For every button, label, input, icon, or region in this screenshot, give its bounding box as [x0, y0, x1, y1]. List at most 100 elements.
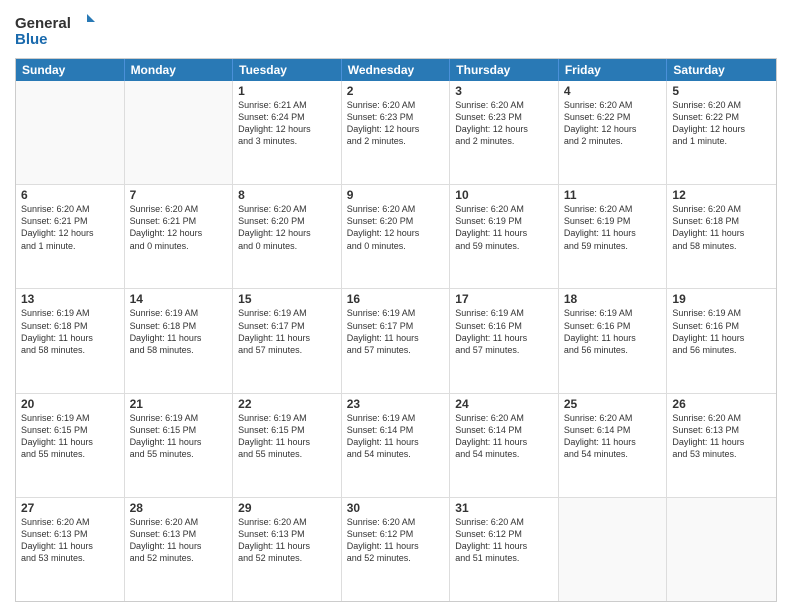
day-number: 20 [21, 397, 119, 411]
cell-details: Sunrise: 6:20 AM Sunset: 6:19 PM Dayligh… [455, 203, 553, 252]
calendar-cell: 29Sunrise: 6:20 AM Sunset: 6:13 PM Dayli… [233, 498, 342, 601]
calendar-row-4: 27Sunrise: 6:20 AM Sunset: 6:13 PM Dayli… [16, 498, 776, 601]
calendar-cell: 4Sunrise: 6:20 AM Sunset: 6:22 PM Daylig… [559, 81, 668, 184]
day-number: 9 [347, 188, 445, 202]
cell-details: Sunrise: 6:19 AM Sunset: 6:14 PM Dayligh… [347, 412, 445, 461]
day-number: 23 [347, 397, 445, 411]
calendar-cell: 18Sunrise: 6:19 AM Sunset: 6:16 PM Dayli… [559, 289, 668, 392]
day-number: 3 [455, 84, 553, 98]
calendar-cell: 16Sunrise: 6:19 AM Sunset: 6:17 PM Dayli… [342, 289, 451, 392]
calendar-cell: 30Sunrise: 6:20 AM Sunset: 6:12 PM Dayli… [342, 498, 451, 601]
svg-text:General: General [15, 15, 71, 32]
day-number: 4 [564, 84, 662, 98]
day-number: 26 [672, 397, 771, 411]
calendar-cell: 13Sunrise: 6:19 AM Sunset: 6:18 PM Dayli… [16, 289, 125, 392]
day-number: 1 [238, 84, 336, 98]
header-day-thursday: Thursday [450, 59, 559, 81]
calendar-cell: 22Sunrise: 6:19 AM Sunset: 6:15 PM Dayli… [233, 394, 342, 497]
calendar-row-0: 1Sunrise: 6:21 AM Sunset: 6:24 PM Daylig… [16, 81, 776, 185]
cell-details: Sunrise: 6:19 AM Sunset: 6:18 PM Dayligh… [130, 307, 228, 356]
day-number: 7 [130, 188, 228, 202]
day-number: 28 [130, 501, 228, 515]
cell-details: Sunrise: 6:20 AM Sunset: 6:14 PM Dayligh… [455, 412, 553, 461]
cell-details: Sunrise: 6:19 AM Sunset: 6:16 PM Dayligh… [455, 307, 553, 356]
svg-text:Blue: Blue [15, 31, 48, 48]
calendar-cell: 1Sunrise: 6:21 AM Sunset: 6:24 PM Daylig… [233, 81, 342, 184]
cell-details: Sunrise: 6:20 AM Sunset: 6:13 PM Dayligh… [238, 516, 336, 565]
calendar-cell [559, 498, 668, 601]
cell-details: Sunrise: 6:20 AM Sunset: 6:12 PM Dayligh… [455, 516, 553, 565]
day-number: 13 [21, 292, 119, 306]
day-number: 2 [347, 84, 445, 98]
calendar-cell: 11Sunrise: 6:20 AM Sunset: 6:19 PM Dayli… [559, 185, 668, 288]
calendar-cell: 23Sunrise: 6:19 AM Sunset: 6:14 PM Dayli… [342, 394, 451, 497]
calendar-cell: 12Sunrise: 6:20 AM Sunset: 6:18 PM Dayli… [667, 185, 776, 288]
calendar-body: 1Sunrise: 6:21 AM Sunset: 6:24 PM Daylig… [16, 81, 776, 601]
day-number: 24 [455, 397, 553, 411]
day-number: 27 [21, 501, 119, 515]
calendar-cell: 10Sunrise: 6:20 AM Sunset: 6:19 PM Dayli… [450, 185, 559, 288]
cell-details: Sunrise: 6:20 AM Sunset: 6:22 PM Dayligh… [564, 99, 662, 148]
header-day-wednesday: Wednesday [342, 59, 451, 81]
day-number: 16 [347, 292, 445, 306]
cell-details: Sunrise: 6:19 AM Sunset: 6:16 PM Dayligh… [564, 307, 662, 356]
header-day-tuesday: Tuesday [233, 59, 342, 81]
cell-details: Sunrise: 6:20 AM Sunset: 6:19 PM Dayligh… [564, 203, 662, 252]
day-number: 22 [238, 397, 336, 411]
cell-details: Sunrise: 6:20 AM Sunset: 6:14 PM Dayligh… [564, 412, 662, 461]
header-day-friday: Friday [559, 59, 668, 81]
calendar-cell [667, 498, 776, 601]
calendar-cell: 9Sunrise: 6:20 AM Sunset: 6:20 PM Daylig… [342, 185, 451, 288]
calendar-cell: 6Sunrise: 6:20 AM Sunset: 6:21 PM Daylig… [16, 185, 125, 288]
cell-details: Sunrise: 6:20 AM Sunset: 6:20 PM Dayligh… [347, 203, 445, 252]
calendar-cell: 24Sunrise: 6:20 AM Sunset: 6:14 PM Dayli… [450, 394, 559, 497]
calendar-cell: 15Sunrise: 6:19 AM Sunset: 6:17 PM Dayli… [233, 289, 342, 392]
day-number: 19 [672, 292, 771, 306]
logo: General Blue [15, 10, 95, 52]
day-number: 5 [672, 84, 771, 98]
calendar-cell: 7Sunrise: 6:20 AM Sunset: 6:21 PM Daylig… [125, 185, 234, 288]
day-number: 6 [21, 188, 119, 202]
day-number: 30 [347, 501, 445, 515]
calendar: SundayMondayTuesdayWednesdayThursdayFrid… [15, 58, 777, 602]
calendar-cell: 14Sunrise: 6:19 AM Sunset: 6:18 PM Dayli… [125, 289, 234, 392]
cell-details: Sunrise: 6:20 AM Sunset: 6:22 PM Dayligh… [672, 99, 771, 148]
day-number: 29 [238, 501, 336, 515]
cell-details: Sunrise: 6:20 AM Sunset: 6:21 PM Dayligh… [21, 203, 119, 252]
header: General Blue [15, 10, 777, 52]
calendar-cell [16, 81, 125, 184]
day-number: 18 [564, 292, 662, 306]
cell-details: Sunrise: 6:20 AM Sunset: 6:13 PM Dayligh… [130, 516, 228, 565]
calendar-row-3: 20 Sunrise: 6:19 AM Sunset: 6:15 PM Dayli… [16, 394, 776, 498]
calendar-row-1: 6Sunrise: 6:20 AM Sunset: 6:21 PM Daylig… [16, 185, 776, 289]
cell-details: Sunrise: 6:19 AM Sunset: 6:15 PM Dayligh… [238, 412, 336, 461]
calendar-cell: 3Sunrise: 6:20 AM Sunset: 6:23 PM Daylig… [450, 81, 559, 184]
calendar-cell: 17Sunrise: 6:19 AM Sunset: 6:16 PM Dayli… [450, 289, 559, 392]
day-number: 12 [672, 188, 771, 202]
cell-details: Sunrise: 6:20 AM Sunset: 6:13 PM Dayligh… [21, 516, 119, 565]
calendar-cell: 20Sunrise: 6:19 AM Sunset: 6:15 PM Dayli… [16, 394, 125, 497]
day-number: 25 [564, 397, 662, 411]
calendar-cell: 2Sunrise: 6:20 AM Sunset: 6:23 PM Daylig… [342, 81, 451, 184]
calendar-cell: 28Sunrise: 6:20 AM Sunset: 6:13 PM Dayli… [125, 498, 234, 601]
calendar-cell: 26Sunrise: 6:20 AM Sunset: 6:13 PM Dayli… [667, 394, 776, 497]
cell-details: Sunrise: 6:19 AM Sunset: 6:16 PM Dayligh… [672, 307, 771, 356]
calendar-cell: 31Sunrise: 6:20 AM Sunset: 6:12 PM Dayli… [450, 498, 559, 601]
day-number: 10 [455, 188, 553, 202]
day-number: 11 [564, 188, 662, 202]
day-number: 21 [130, 397, 228, 411]
calendar-cell: 21Sunrise: 6:19 AM Sunset: 6:15 PM Dayli… [125, 394, 234, 497]
header-day-monday: Monday [125, 59, 234, 81]
calendar-row-2: 13 Sunrise: 6:19 AM Sunset: 6:18 PM Dayli… [16, 289, 776, 393]
cell-details: Sunrise: 6:20 AM Sunset: 6:20 PM Dayligh… [238, 203, 336, 252]
calendar-cell: 8Sunrise: 6:20 AM Sunset: 6:20 PM Daylig… [233, 185, 342, 288]
header-day-saturday: Saturday [667, 59, 776, 81]
logo-svg: General Blue [15, 10, 95, 52]
calendar-cell: 27Sunrise: 6:20 AM Sunset: 6:13 PM Dayli… [16, 498, 125, 601]
calendar-header: SundayMondayTuesdayWednesdayThursdayFrid… [16, 59, 776, 81]
day-number: 15 [238, 292, 336, 306]
day-number: 14 [130, 292, 228, 306]
page: General Blue SundayMondayTuesdayWednesda… [0, 0, 792, 612]
day-number: 31 [455, 501, 553, 515]
cell-details: Sunrise: 6:21 AM Sunset: 6:24 PM Dayligh… [238, 99, 336, 148]
